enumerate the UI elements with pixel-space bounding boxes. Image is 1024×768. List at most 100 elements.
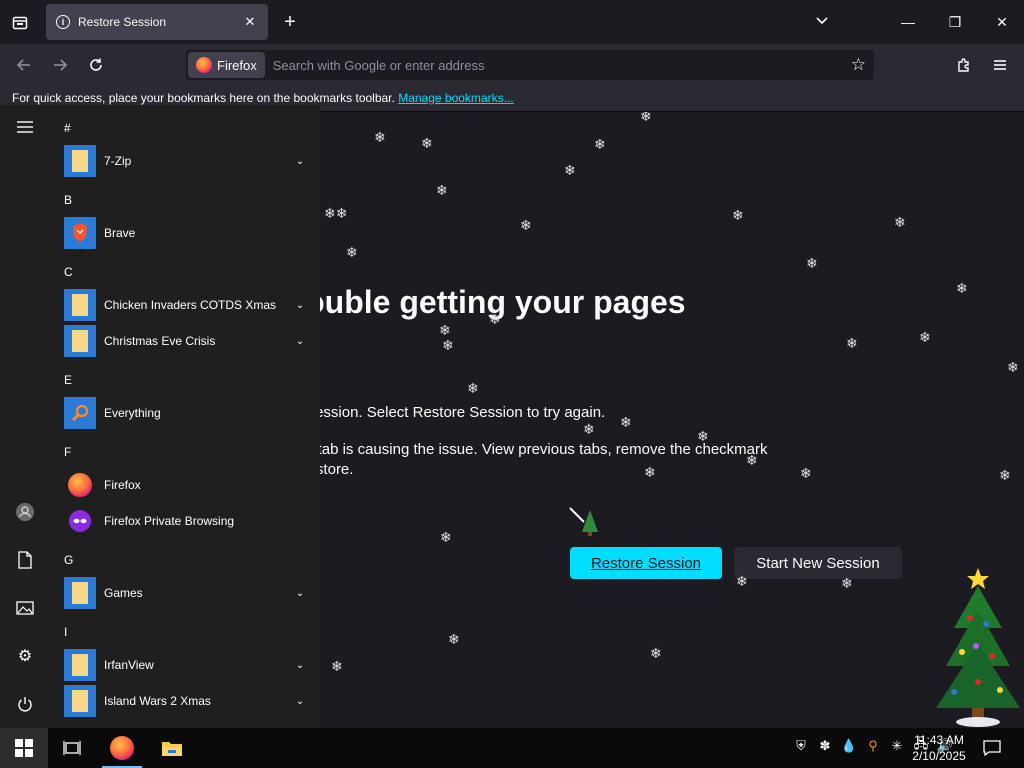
power-icon[interactable] xyxy=(13,692,37,716)
settings-gear-icon[interactable]: ⚙ xyxy=(13,644,37,668)
start-new-session-label: Start New Session xyxy=(756,554,880,572)
clock-time: 11:43 AM xyxy=(914,733,964,747)
forward-icon[interactable] xyxy=(48,53,72,77)
start-new-session-button[interactable]: Start New Session xyxy=(734,547,902,579)
user-account-icon[interactable] xyxy=(13,500,37,524)
firefox-icon xyxy=(64,469,96,501)
firefox-view-icon[interactable] xyxy=(8,10,32,34)
app-item-brave[interactable]: Brave xyxy=(64,217,308,249)
snowflake-icon: ❄ xyxy=(841,575,853,591)
back-icon[interactable] xyxy=(12,53,36,77)
everything-tray-icon[interactable]: ⚲ xyxy=(864,736,882,756)
tab-close-icon[interactable]: ✕ xyxy=(242,14,258,30)
app-item-firefox-private[interactable]: Firefox Private Browsing xyxy=(64,505,308,537)
address-bar[interactable]: Firefox Search with Google or enter addr… xyxy=(186,50,874,80)
snowflake-icon: ❄ xyxy=(594,136,606,152)
snowflake-icon: ❄ xyxy=(736,573,748,589)
app-name: Games xyxy=(104,586,143,600)
chevron-down-icon[interactable]: ⌄ xyxy=(292,336,308,347)
minimize-button[interactable]: — xyxy=(896,10,920,34)
app-item-chicken-invaders[interactable]: Chicken Invaders COTDS Xmas ⌄ xyxy=(64,289,308,321)
maximize-button[interactable]: ❐ xyxy=(943,10,967,34)
bookmarks-hint: For quick access, place your bookmarks h… xyxy=(12,91,395,105)
folder-icon xyxy=(64,577,96,609)
letter-header[interactable]: F xyxy=(64,445,71,459)
clock[interactable]: 11:43 AM 2/10/2025 xyxy=(904,732,974,764)
snowflake-icon: ❄ xyxy=(640,112,652,124)
task-view-icon[interactable] xyxy=(48,728,96,768)
snowflake-icon: ❄ xyxy=(331,658,343,674)
app-item-firefox[interactable]: Firefox xyxy=(64,469,308,501)
app-name: Island Wars 2 Xmas xyxy=(104,694,211,708)
app-list: # 7-Zip ⌄ B Brave C Chicken Invaders COT… xyxy=(56,105,312,728)
app-item-everything[interactable]: Everything xyxy=(64,397,308,429)
letter-header[interactable]: C xyxy=(64,265,73,279)
app-item-island-wars[interactable]: Island Wars 2 Xmas ⌄ xyxy=(64,685,308,717)
chevron-down-icon[interactable]: ⌄ xyxy=(292,156,308,167)
app-name: IrfanView xyxy=(104,658,154,672)
taskbar-firefox-icon[interactable] xyxy=(98,728,146,768)
snowflake-icon: ❄ xyxy=(439,322,451,338)
chevron-down-icon[interactable]: ⌄ xyxy=(292,300,308,311)
folder-icon xyxy=(64,289,96,321)
menu-icon[interactable] xyxy=(988,53,1012,77)
bookmark-star-icon[interactable]: ☆ xyxy=(851,55,866,75)
file-explorer-icon[interactable] xyxy=(148,728,196,768)
snowflake-icon: ❄ xyxy=(520,217,532,233)
chevron-down-icon[interactable]: ⌄ xyxy=(292,696,308,707)
reload-icon[interactable] xyxy=(84,53,108,77)
snowflake-icon: ❄ xyxy=(489,311,501,327)
expand-menu-icon[interactable] xyxy=(13,115,37,139)
app-item-7zip[interactable]: 7-Zip ⌄ xyxy=(64,145,308,177)
snowflake-icon: ❄ xyxy=(999,467,1011,483)
folder-icon xyxy=(64,649,96,681)
snowflake-icon: ❄ xyxy=(644,464,656,480)
snowflake-icon: ❄ xyxy=(467,380,479,396)
letter-header[interactable]: G xyxy=(64,553,73,567)
snowflake-icon: ❄ xyxy=(583,421,595,437)
chevron-down-icon[interactable]: ⌄ xyxy=(292,588,308,599)
folder-icon xyxy=(64,145,96,177)
snowflake-icon: ❄ xyxy=(440,529,452,545)
snowflake-icon: ❄ xyxy=(421,135,433,151)
app-name: Everything xyxy=(104,406,161,420)
app-tray-icon[interactable]: ✽ xyxy=(816,736,834,756)
url-input[interactable]: Search with Google or enter address xyxy=(273,58,851,73)
droplet-icon[interactable]: 💧 xyxy=(840,736,858,756)
action-center-icon[interactable] xyxy=(978,736,1006,760)
new-tab-button[interactable]: + xyxy=(278,10,302,34)
app-item-irfanview[interactable]: IrfanView ⌄ xyxy=(64,649,308,681)
app-name: Christmas Eve Crisis xyxy=(104,334,216,348)
letter-header[interactable]: B xyxy=(64,193,72,207)
app-item-christmas-eve-crisis[interactable]: Christmas Eve Crisis ⌄ xyxy=(64,325,308,357)
tab-strip: i Restore Session ✕ + — ❐ ✕ xyxy=(0,0,1024,44)
restore-session-button[interactable]: Restore Session xyxy=(570,547,722,579)
snowflake-icon: ❄ xyxy=(894,214,906,230)
app-name: Firefox xyxy=(104,478,141,492)
taskbar: ⛨ ✽ 💧 ⚲ ✳ 🖧 🔊 11:43 AM 2/10/2025 xyxy=(0,728,1024,768)
manage-bookmarks-link[interactable]: Manage bookmarks... xyxy=(398,91,513,105)
identity-box[interactable]: Firefox xyxy=(188,52,265,78)
documents-icon[interactable] xyxy=(13,548,37,572)
christmas-tree-icon xyxy=(936,568,1020,727)
chevron-down-icon[interactable]: ⌄ xyxy=(292,660,308,671)
app-name: Brave xyxy=(104,226,136,240)
extensions-icon[interactable] xyxy=(952,53,976,77)
app-item-games[interactable]: Games ⌄ xyxy=(64,577,308,609)
letter-header[interactable]: E xyxy=(64,373,72,387)
info-icon: i xyxy=(56,15,70,29)
letter-header[interactable]: # xyxy=(64,121,71,135)
pictures-icon[interactable] xyxy=(13,596,37,620)
snowflake-icon: ❄ xyxy=(448,631,460,647)
snowflake-icon: ❄ xyxy=(800,465,812,481)
security-shield-icon[interactable]: ⛨ xyxy=(792,736,810,756)
snowflake-icon: ❄ xyxy=(1007,359,1019,375)
close-window-button[interactable]: ✕ xyxy=(990,10,1014,34)
snowflake-icon: ❄ xyxy=(846,335,858,351)
restore-session-label: Restore Session xyxy=(590,554,702,572)
letter-header[interactable]: I xyxy=(64,625,67,639)
start-button[interactable] xyxy=(0,728,48,768)
folder-icon xyxy=(64,325,96,357)
tab-restore-session[interactable]: i Restore Session ✕ xyxy=(46,4,268,40)
list-all-tabs-icon[interactable] xyxy=(814,12,830,33)
